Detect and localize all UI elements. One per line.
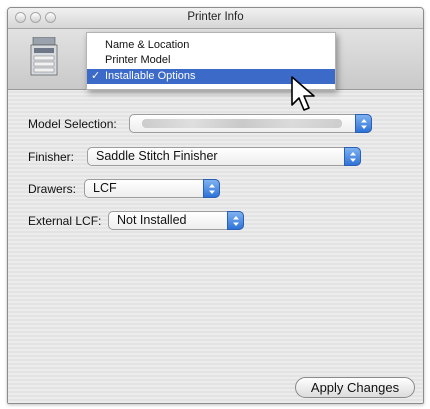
title-bar: Printer Info [8, 8, 423, 29]
finisher-popup[interactable]: Saddle Stitch Finisher [87, 147, 361, 166]
apply-changes-button[interactable]: Apply Changes [295, 377, 415, 398]
popup-arrows-icon [227, 211, 244, 230]
model-selection-label: Model Selection: [28, 117, 117, 131]
finisher-label: Finisher: [28, 150, 75, 164]
model-name-obscured [142, 119, 342, 128]
drawers-value: LCF [93, 181, 117, 195]
menu-item-label: Installable Options [105, 70, 196, 82]
external-lcf-popup[interactable]: Not Installed [108, 211, 244, 230]
drawers-label: Drawers: [28, 182, 77, 196]
menu-item-name-location[interactable]: Name & Location [87, 38, 335, 53]
window-title: Printer Info [187, 11, 244, 23]
popup-arrows-icon [355, 114, 372, 133]
popup-arrows-icon [344, 147, 361, 166]
menu-item-printer-model[interactable]: Printer Model [87, 53, 335, 68]
drawers-popup[interactable]: LCF [84, 179, 220, 198]
popup-arrows-icon [203, 179, 220, 198]
finisher-value: Saddle Stitch Finisher [96, 149, 218, 163]
installable-options-panel: Model Selection: Finisher: Saddle Stitch… [8, 90, 423, 403]
external-lcf-label: External LCF: [28, 214, 102, 228]
mouse-pointer-icon [291, 76, 315, 111]
model-selection-popup[interactable] [129, 114, 372, 133]
external-lcf-value: Not Installed [117, 213, 187, 227]
printer-icon [30, 37, 58, 76]
checkmark-icon: ✓ [91, 70, 101, 82]
